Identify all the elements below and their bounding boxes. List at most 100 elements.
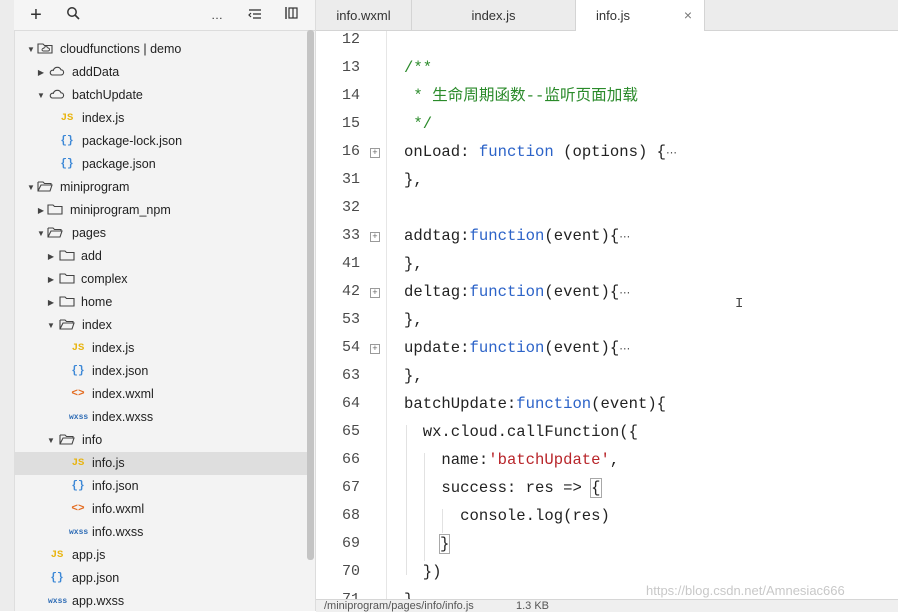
tree-file-app-wxss[interactable]: wxss app.wxss <box>14 590 307 611</box>
tree-folder-batchupdate[interactable]: ▼ batchUpdate <box>14 84 307 107</box>
bracket-match: } <box>438 534 451 554</box>
tree-label: index.wxml <box>92 387 154 401</box>
tree-label: app.js <box>72 548 106 562</box>
explorer-scrollbar[interactable] <box>307 30 314 560</box>
chevron-down-icon[interactable]: ▼ <box>46 314 56 337</box>
tree-file-index-js[interactable]: JS index.js <box>14 337 307 360</box>
tab-label: info.wxml <box>336 8 391 23</box>
tree-label: addData <box>72 65 120 79</box>
chevron-down-icon[interactable]: ▼ <box>36 84 46 107</box>
tree-file-app-js[interactable]: JS app.js <box>14 544 307 567</box>
tab-label: index.js <box>471 8 516 23</box>
code-token: batchUpdate: <box>404 395 517 413</box>
keyword-token: function <box>478 143 554 161</box>
code-line: }, <box>404 586 423 599</box>
close-icon[interactable]: × <box>684 0 692 31</box>
tree-label: info.wxml <box>92 502 145 516</box>
status-file-size: 1.3 KB <box>516 600 550 612</box>
gutter-divider <box>386 31 387 599</box>
fold-expand-icon[interactable]: + <box>370 232 380 242</box>
tree-file-info-json[interactable]: {} info.json <box>14 475 307 498</box>
chevron-down-icon[interactable]: ▼ <box>26 38 36 61</box>
code-line: }, <box>404 367 423 385</box>
tree-folder-complex[interactable]: ▶ complex <box>14 268 307 291</box>
keyword-token: function <box>516 395 592 413</box>
code-token: (options) { <box>553 143 667 161</box>
wxml-file-icon: <> <box>71 503 85 515</box>
code-token: (event){ <box>544 283 620 301</box>
chevron-down-icon[interactable]: ▼ <box>26 176 36 199</box>
tree-folder-pages[interactable]: ▼ pages <box>14 222 307 245</box>
tree-file-info-wxml[interactable]: <> info.wxml <box>14 498 307 521</box>
code-line: /** <box>404 59 433 77</box>
folder-icon <box>58 291 76 314</box>
tab-info-wxml[interactable]: info.wxml <box>316 0 412 30</box>
folded-ellipsis-icon[interactable]: ⋯ <box>619 288 630 300</box>
chevron-down-icon[interactable]: ▼ <box>46 429 56 452</box>
tab-index-js[interactable]: index.js <box>412 0 576 30</box>
line-number: 64 <box>341 395 360 412</box>
fold-expand-icon[interactable]: + <box>370 288 380 298</box>
tree-file-index-json[interactable]: {} index.json <box>14 360 307 383</box>
tree-folder-miniprogram-npm[interactable]: ▶ miniprogram_npm <box>14 199 307 222</box>
tab-info-js[interactable]: info.js × <box>576 0 705 31</box>
chevron-right-icon[interactable]: ▶ <box>36 199 46 222</box>
tree-label: info.wxss <box>92 525 144 539</box>
watermark: https://blog.csdn.net/Amnesiac666 <box>646 583 845 598</box>
code-line: onLoad: function (options) {⋯ <box>404 138 677 166</box>
tree-folder-add[interactable]: ▶ add <box>14 245 307 268</box>
line-number: 16 <box>341 143 360 160</box>
folded-ellipsis-icon[interactable]: ⋯ <box>666 148 677 160</box>
line-number: 66 <box>341 451 360 468</box>
tree-folder-info[interactable]: ▼ info <box>14 429 307 452</box>
line-number: 65 <box>341 423 360 440</box>
collapse-all-icon[interactable] <box>246 4 264 26</box>
tree-file-index-wxml[interactable]: <> index.wxml <box>14 383 307 406</box>
tree-file-info-wxss[interactable]: wxss info.wxss <box>14 521 307 544</box>
folder-icon <box>58 245 76 268</box>
code-token: , <box>609 451 620 469</box>
folder-open-icon <box>58 314 76 337</box>
js-file-icon: JS <box>71 342 85 354</box>
chevron-down-icon[interactable]: ▼ <box>36 222 46 245</box>
split-editor-icon[interactable] <box>282 4 300 26</box>
folded-ellipsis-icon[interactable]: ⋯ <box>619 344 630 356</box>
more-icon[interactable]: … <box>208 4 226 26</box>
line-number: 14 <box>341 87 360 104</box>
chevron-right-icon[interactable]: ▶ <box>46 268 56 291</box>
chevron-right-icon[interactable]: ▶ <box>46 245 56 268</box>
chevron-right-icon[interactable]: ▶ <box>46 291 56 314</box>
code-line: } <box>438 530 451 558</box>
tree-file-info-js[interactable]: JS info.js <box>14 452 307 475</box>
fold-expand-icon[interactable]: + <box>370 344 380 354</box>
code-token: (event){ <box>544 339 620 357</box>
folded-ellipsis-icon[interactable]: ⋯ <box>619 232 630 244</box>
chevron-right-icon[interactable]: ▶ <box>36 61 46 84</box>
json-file-icon: {} <box>60 135 74 147</box>
code-line: }, <box>404 255 423 273</box>
code-line: update:function(event){⋯ <box>404 334 630 362</box>
tree-folder-miniprogram[interactable]: ▼ miniprogram <box>14 176 307 199</box>
tree-file-index-js[interactable]: JS index.js <box>14 107 307 130</box>
code-line: }) <box>404 563 442 581</box>
tree-label: batchUpdate <box>72 88 143 102</box>
tree-folder-cloudfunctions[interactable]: ▼ cloudfunctions | demo <box>14 38 307 61</box>
code-editor[interactable]: 12 13 14 15 16 31 32 33 41 42 53 54 63 6… <box>316 31 898 599</box>
search-icon[interactable] <box>64 4 82 26</box>
code-token: addtag: <box>404 227 470 245</box>
line-number: 42 <box>341 283 360 300</box>
fold-expand-icon[interactable]: + <box>370 148 380 158</box>
tree-file-index-wxss[interactable]: wxss index.wxss <box>14 406 307 429</box>
tree-folder-adddata[interactable]: ▶ addData <box>14 61 307 84</box>
tree-folder-index[interactable]: ▼ index <box>14 314 307 337</box>
tree-label: complex <box>81 272 128 286</box>
tree-file-package-lock-json[interactable]: {} package-lock.json <box>14 130 307 153</box>
tree-file-package-json[interactable]: {} package.json <box>14 153 307 176</box>
add-icon[interactable]: + <box>27 4 45 26</box>
code-token: onLoad: <box>404 143 479 161</box>
code-line: name:'batchUpdate', <box>404 446 619 474</box>
tree-file-app-json[interactable]: {} app.json <box>14 567 307 590</box>
folder-open-icon <box>36 176 54 199</box>
code-line: success: res => { <box>404 474 602 502</box>
tree-folder-home[interactable]: ▶ home <box>14 291 307 314</box>
